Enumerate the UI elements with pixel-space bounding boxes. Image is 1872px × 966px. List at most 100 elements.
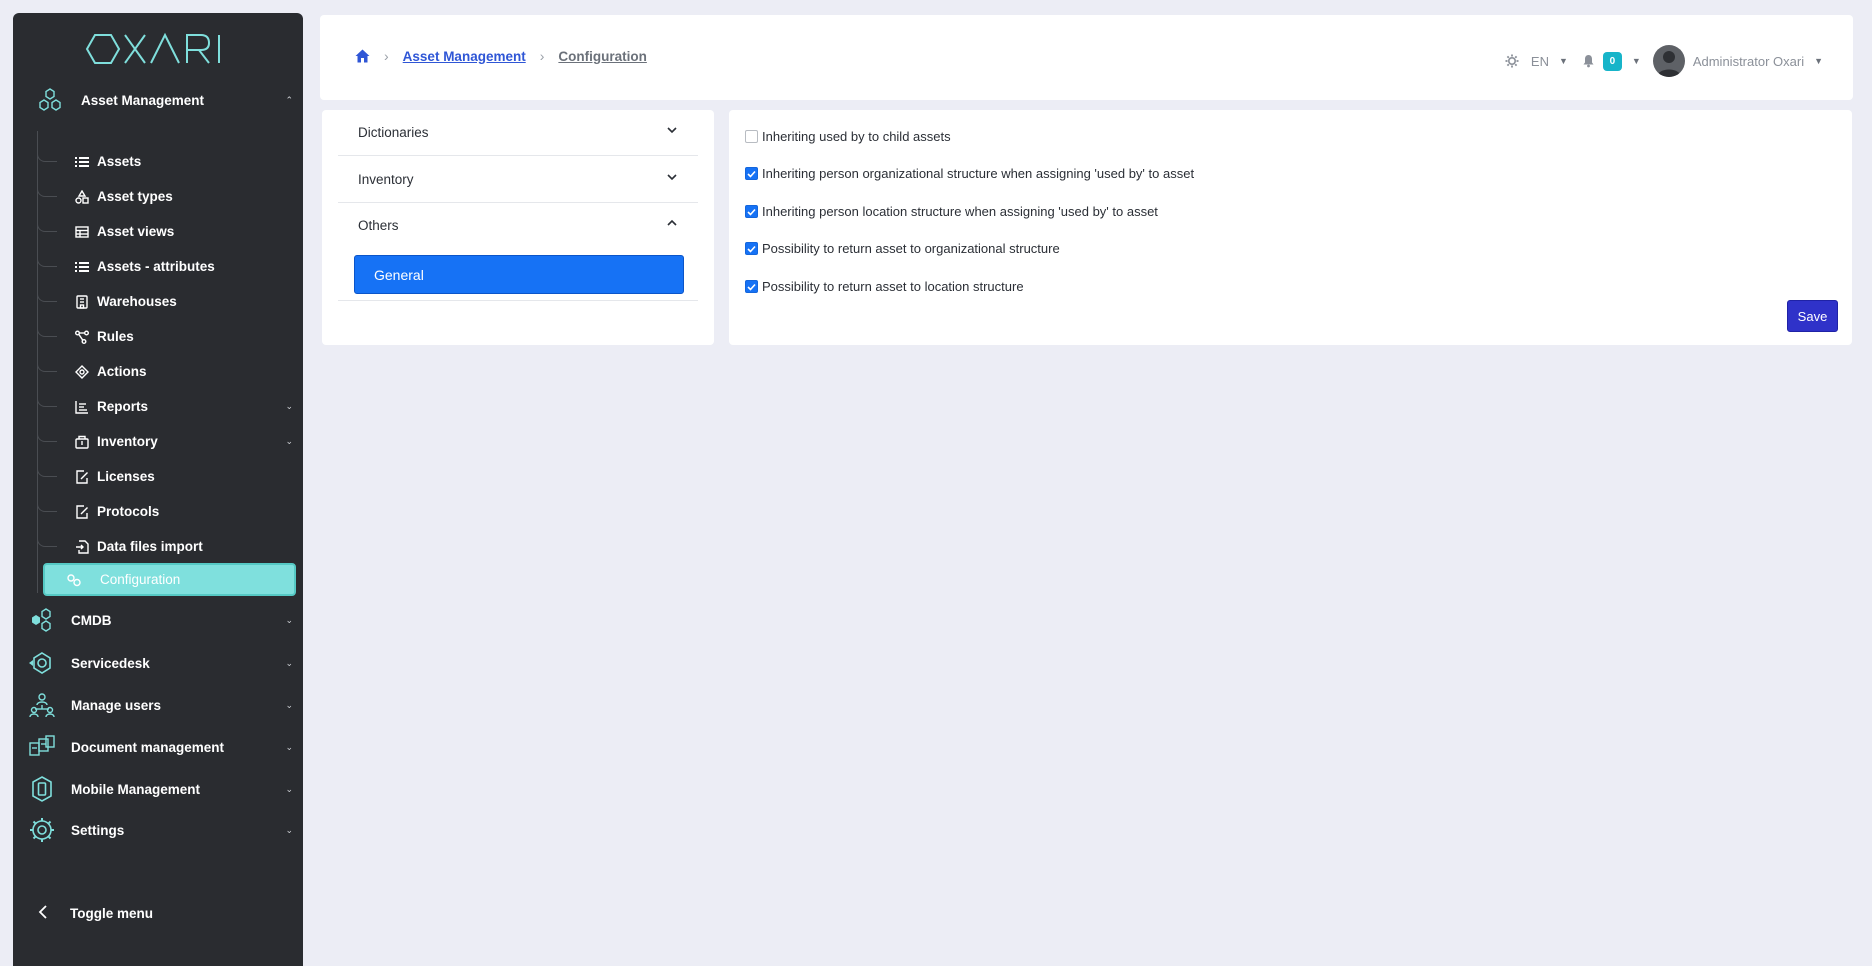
accordion-others[interactable]: Others [338, 203, 698, 249]
chart-icon [74, 399, 90, 415]
sidebar-section-mobile-management[interactable]: Mobile Management ⌄ [13, 766, 303, 812]
checkbox-checked[interactable] [745, 167, 758, 180]
breadcrumb: › Asset Management › Configuration [354, 48, 647, 64]
notification-count-badge[interactable]: 0 [1602, 51, 1622, 71]
toggle-menu-button[interactable]: Toggle menu [13, 893, 303, 933]
chevron-up-icon: ⌃ [285, 94, 293, 105]
avatar[interactable] [1652, 45, 1685, 77]
list-icon [74, 259, 90, 275]
chevron-down-icon: ⌄ [285, 657, 293, 668]
box-icon [74, 434, 90, 450]
accordion-inventory[interactable]: Inventory [338, 157, 698, 203]
sidebar-item-warehouses[interactable]: Warehouses [37, 284, 303, 319]
chevron-down-icon: ⌄ [285, 824, 293, 835]
top-bar: › Asset Management › Configuration EN ▼ … [320, 15, 1853, 100]
gear-icon[interactable] [1505, 54, 1519, 68]
accordion-dictionaries[interactable]: Dictionaries [338, 110, 698, 156]
sidebar-item-label: Warehouses [97, 294, 177, 309]
breadcrumb-configuration-link[interactable]: Configuration [558, 49, 646, 64]
share-nodes-icon [74, 329, 90, 345]
tree-branch [37, 459, 57, 477]
hexagons-icon [27, 605, 57, 635]
setting-option[interactable]: Possibility to return asset to location … [745, 279, 1024, 294]
tree-branch [37, 214, 57, 232]
home-icon[interactable] [354, 48, 370, 64]
tree-branch [37, 494, 57, 512]
setting-option[interactable]: Possibility to return asset to organizat… [745, 241, 1060, 256]
config-item-general[interactable]: General [354, 255, 684, 294]
sidebar: Asset Management ⌃ Assets Asset types Asse… [13, 13, 303, 966]
save-button[interactable]: Save [1787, 300, 1838, 332]
accordion-label: Dictionaries [358, 125, 429, 140]
sidebar-item-licenses[interactable]: Licenses [37, 459, 303, 494]
sidebar-item-label: Assets - attributes [97, 259, 215, 274]
checkbox-checked[interactable] [745, 280, 758, 293]
checkbox-checked[interactable] [745, 242, 758, 255]
sidebar-item-asset-types[interactable]: Asset types [37, 179, 303, 214]
setting-option[interactable]: Inheriting person organizational structu… [745, 166, 1194, 181]
setting-option-label: Inheriting person location structure whe… [762, 204, 1158, 219]
sidebar-section-asset-management[interactable]: Asset Management ⌃ [13, 77, 303, 123]
sidebar-section-label: Settings [71, 822, 125, 838]
chevron-up-icon [666, 216, 678, 234]
chevron-down-icon: ⌄ [285, 436, 293, 446]
chevron-down-icon: ⌄ [285, 783, 293, 794]
hexagons-icon [35, 85, 65, 115]
sidebar-item-rules[interactable]: Rules [37, 319, 303, 354]
users-network-icon [27, 690, 57, 720]
user-menu[interactable]: Administrator Oxari [1693, 54, 1804, 69]
sidebar-item-configuration[interactable]: Configuration [43, 563, 296, 596]
sidebar-section-servicedesk[interactable]: Servicedesk ⌄ [13, 640, 303, 686]
sidebar-section-settings[interactable]: Settings ⌄ [13, 807, 303, 853]
breadcrumb-asset-management-link[interactable]: Asset Management [403, 49, 526, 64]
sidebar-section-manage-users[interactable]: Manage users ⌄ [13, 682, 303, 728]
caret-down-icon[interactable]: ▼ [1559, 56, 1568, 66]
tree-branch [37, 284, 57, 302]
sidebar-section-label: Manage users [71, 697, 162, 713]
gear-icon [27, 815, 57, 845]
setting-option-label: Possibility to return asset to location … [762, 279, 1024, 294]
tree-branch [37, 179, 57, 197]
general-settings-panel: Inheriting used by to child assets Inheri… [729, 110, 1852, 345]
configuration-menu-panel: Dictionaries Inventory Others General [322, 110, 714, 345]
language-selector[interactable]: EN [1531, 54, 1549, 69]
setting-option[interactable]: Inheriting person location structure whe… [745, 204, 1158, 219]
checkbox-unchecked[interactable] [745, 130, 758, 143]
checkbox-checked[interactable] [745, 205, 758, 218]
sidebar-item-label: Data files import [97, 539, 203, 554]
sidebar-item-label: Asset views [97, 224, 175, 239]
list-icon [74, 154, 90, 170]
sidebar-item-asset-views[interactable]: Asset views [37, 214, 303, 249]
document-pen-icon [74, 469, 90, 485]
oxari-logo[interactable] [85, 31, 275, 67]
sidebar-item-actions[interactable]: Actions [37, 354, 303, 389]
divider [338, 300, 698, 301]
sidebar-item-label: Protocols [97, 504, 160, 519]
chevron-down-icon: ⌄ [285, 614, 293, 625]
setting-option[interactable]: Inheriting used by to child assets [745, 129, 951, 144]
tree-branch [37, 389, 57, 407]
sidebar-item-protocols[interactable]: Protocols [37, 494, 303, 529]
sidebar-item-assets-attributes[interactable]: Assets - attributes [37, 249, 303, 284]
accordion-label: Others [358, 218, 399, 233]
bell-icon[interactable] [1582, 54, 1595, 68]
sidebar-section-document-management[interactable]: Document management ⌄ [13, 724, 303, 770]
mobile-icon [27, 774, 57, 804]
shapes-icon [74, 189, 90, 205]
caret-down-icon[interactable]: ▼ [1632, 56, 1641, 66]
sidebar-item-label: Reports [97, 399, 149, 414]
sidebar-item-inventory[interactable]: Inventory ⌄ [37, 424, 303, 459]
header-tools: EN ▼ 0 ▼ Administrator Oxari ▼ [1505, 45, 1823, 77]
gears-icon [66, 572, 82, 588]
sidebar-section-label: Document management [71, 739, 225, 755]
service-icon [27, 648, 57, 678]
sidebar-item-reports[interactable]: Reports ⌄ [37, 389, 303, 424]
sidebar-item-data-files-import[interactable]: Data files import [37, 529, 303, 564]
breadcrumb-separator-icon: › [384, 48, 389, 64]
caret-down-icon[interactable]: ▼ [1814, 56, 1823, 66]
sidebar-section-cmdb[interactable]: CMDB ⌄ [13, 597, 303, 643]
toggle-menu-label: Toggle menu [70, 905, 153, 921]
sidebar-item-assets[interactable]: Assets [37, 144, 303, 179]
setting-option-label: Possibility to return asset to organizat… [762, 241, 1060, 256]
accordion-label: Inventory [358, 172, 414, 187]
